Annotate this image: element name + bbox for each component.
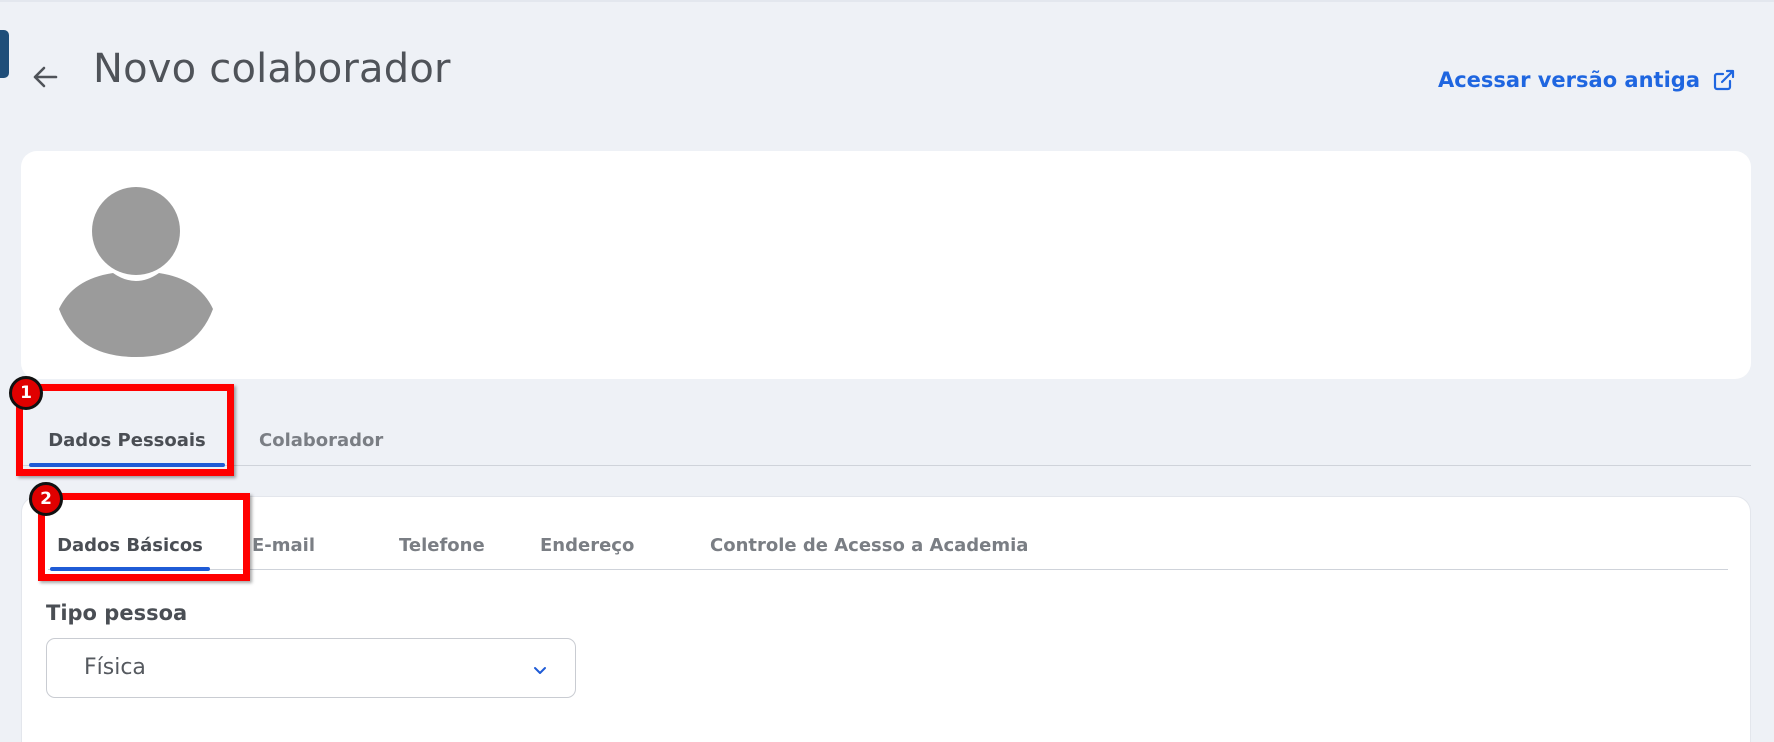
annotation-badge-2: 2	[29, 482, 63, 516]
old-version-label: Acessar versão antiga	[1437, 68, 1700, 92]
tab-email[interactable]: E-mail	[252, 533, 315, 570]
arrow-left-icon	[33, 66, 58, 88]
annotation-badge-1: 1	[9, 376, 43, 410]
tab-controle-acesso[interactable]: Controle de Acesso a Academia	[710, 533, 1028, 570]
old-version-link[interactable]: Acessar versão antiga	[1438, 68, 1736, 92]
form-card: Dados Básicos E-mail Telefone Endereço C…	[21, 496, 1751, 742]
tab-dados-pessoais[interactable]: Dados Pessoais	[29, 420, 225, 467]
side-panel-handle[interactable]	[0, 30, 9, 78]
main-tabs: Dados Pessoais Colaborador	[21, 420, 1751, 467]
chevron-down-icon	[534, 667, 546, 674]
user-avatar-icon[interactable]	[57, 187, 215, 357]
profile-photo-card	[21, 151, 1751, 379]
back-button[interactable]	[28, 60, 62, 94]
tipo-pessoa-label: Tipo pessoa	[46, 601, 188, 625]
page-title: Novo colaborador	[93, 46, 451, 92]
external-link-icon	[1713, 69, 1735, 91]
tab-colaborador[interactable]: Colaborador	[259, 420, 419, 466]
sub-tabs: Dados Básicos E-mail Telefone Endereço C…	[48, 497, 1728, 571]
tipo-pessoa-value: Física	[84, 655, 146, 680]
tab-endereco[interactable]: Endereço	[540, 533, 634, 570]
tipo-pessoa-select[interactable]: Física	[46, 638, 576, 698]
top-border	[0, 0, 1774, 2]
tab-dados-basicos[interactable]: Dados Básicos	[50, 533, 210, 571]
tab-telefone[interactable]: Telefone	[399, 533, 485, 570]
